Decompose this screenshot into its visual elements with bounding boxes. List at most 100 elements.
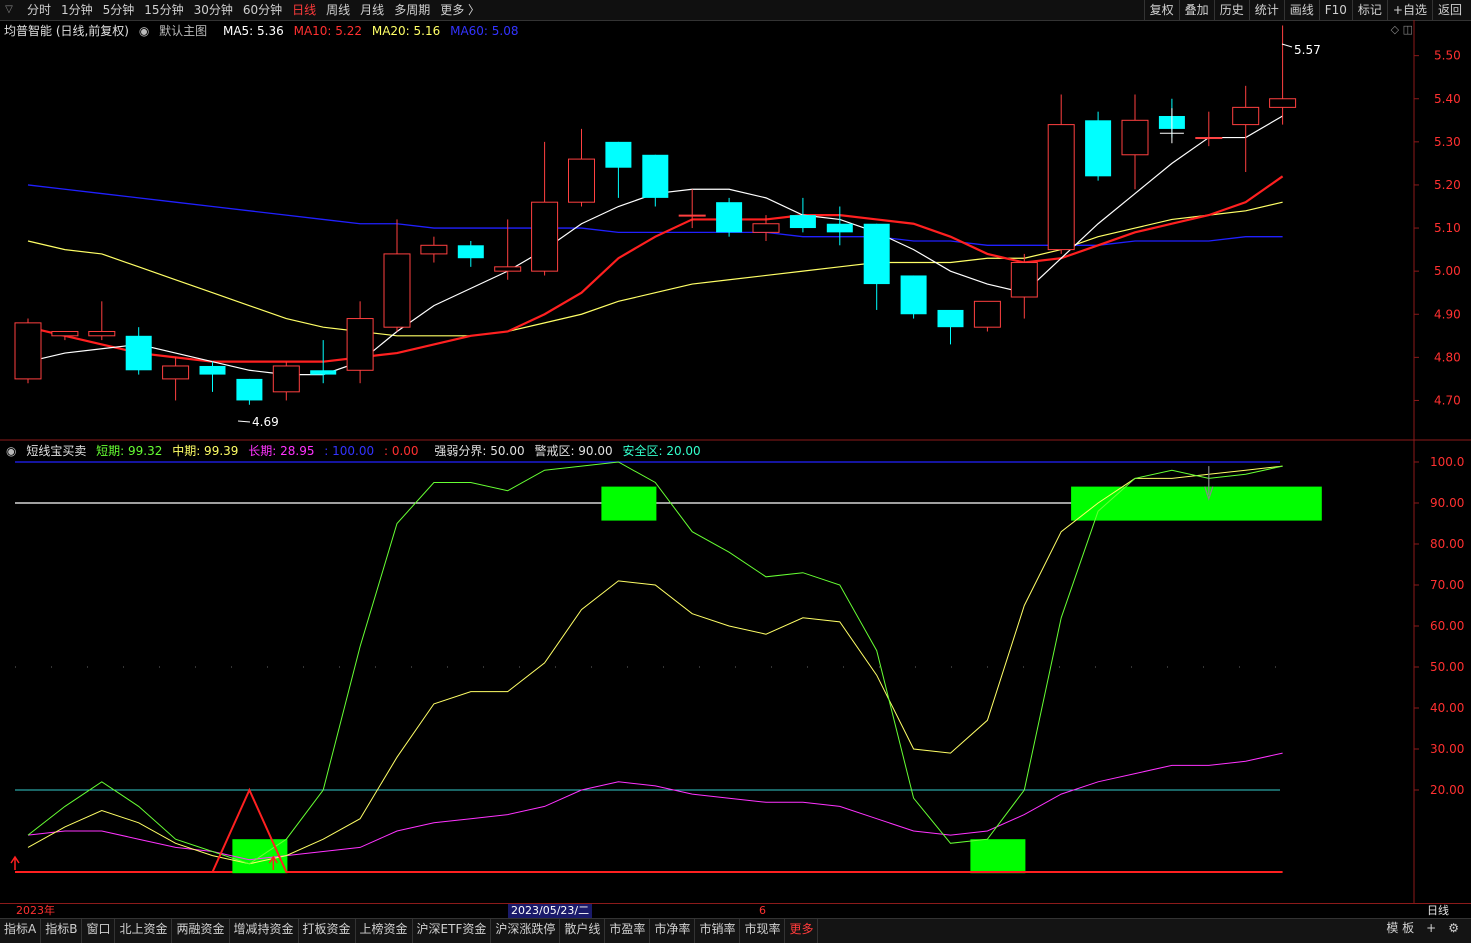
candle-body-down[interactable] bbox=[457, 245, 484, 259]
tab-period-fenshi[interactable]: 分时 bbox=[22, 0, 56, 20]
candle-body-down[interactable] bbox=[900, 275, 927, 315]
candle-body-down[interactable] bbox=[716, 202, 743, 233]
tab-pcf[interactable]: 市现率 bbox=[740, 919, 786, 943]
add-indicator-button[interactable]: + bbox=[1420, 918, 1442, 938]
candle-body-up[interactable] bbox=[162, 365, 190, 380]
candle-body-up[interactable] bbox=[420, 244, 448, 255]
candle-body-down[interactable] bbox=[310, 370, 337, 375]
candle-body-up[interactable] bbox=[1010, 262, 1038, 298]
tab-period-monthly[interactable]: 月线 bbox=[355, 0, 389, 20]
back-button[interactable]: 返回 bbox=[1431, 0, 1467, 20]
settings-icon[interactable]: ⚙ bbox=[1442, 918, 1465, 938]
window-menu-icon[interactable]: ▽ bbox=[2, 3, 16, 16]
candle-body-up[interactable] bbox=[1195, 137, 1223, 140]
restore-rights-button[interactable]: 复权 bbox=[1143, 0, 1179, 20]
price-tick-label: 5.00 bbox=[1434, 264, 1461, 278]
tab-top-list-funds[interactable]: 上榜资金 bbox=[356, 919, 413, 943]
ma20-line bbox=[27, 201, 1283, 337]
candle-body-up[interactable] bbox=[383, 253, 411, 328]
indicator-name[interactable]: 短线宝买卖 bbox=[26, 444, 86, 458]
bottom-right-controls: 模 板 + ⚙ bbox=[1380, 918, 1465, 938]
tab-holding-change[interactable]: 增减持资金 bbox=[230, 919, 299, 943]
candle-body-down[interactable] bbox=[642, 154, 669, 198]
candle-body-up[interactable] bbox=[272, 365, 300, 393]
indicator-tick-label: 30.00 bbox=[1430, 742, 1464, 756]
up-arrow-icon bbox=[10, 855, 20, 870]
sell-signal-box[interactable] bbox=[601, 486, 657, 521]
candle-body-up[interactable] bbox=[568, 158, 595, 203]
tab-indicator-a[interactable]: 指标A bbox=[0, 919, 42, 943]
candle-body-down[interactable] bbox=[789, 215, 816, 229]
layout-icon[interactable]: ◫ bbox=[1403, 23, 1413, 36]
candle-body-up[interactable] bbox=[973, 300, 1001, 328]
ma5-legend: MA5: 5.36 bbox=[222, 24, 284, 38]
tab-etf-funds[interactable]: 沪深ETF资金 bbox=[413, 919, 492, 943]
candle-body-down[interactable] bbox=[937, 309, 964, 328]
tab-period-daily[interactable]: 日线 bbox=[287, 0, 321, 20]
tab-period-more[interactable]: 更多 〉 bbox=[435, 0, 485, 20]
indicator-tick-label: 80.00 bbox=[1430, 537, 1464, 551]
f10-button[interactable]: F10 bbox=[1318, 0, 1352, 20]
candle-body-down[interactable] bbox=[605, 141, 632, 168]
tab-period-weekly[interactable]: 周线 bbox=[321, 0, 355, 20]
candle-body-up[interactable] bbox=[51, 330, 79, 337]
tab-retail-line[interactable]: 散户线 bbox=[560, 919, 606, 943]
tab-period-60min[interactable]: 60分钟 bbox=[238, 0, 287, 20]
buy-signal-box[interactable] bbox=[970, 839, 1026, 874]
indicator-menu-icon[interactable]: ◉ bbox=[6, 444, 16, 458]
candle-body-up[interactable] bbox=[678, 214, 706, 217]
tab-pb[interactable]: 市净率 bbox=[650, 919, 696, 943]
candle-body-up[interactable] bbox=[14, 322, 42, 380]
candle-body-up[interactable] bbox=[1047, 124, 1075, 251]
divide-legend: 强弱分界: 50.00 bbox=[434, 444, 525, 458]
candle-body-down[interactable] bbox=[863, 223, 890, 285]
candle-body-up[interactable] bbox=[752, 223, 780, 233]
candle-body-up[interactable] bbox=[346, 318, 374, 371]
template-button[interactable]: 模 板 bbox=[1380, 918, 1420, 938]
tab-margin[interactable]: 两融资金 bbox=[172, 919, 230, 943]
tab-period-1min[interactable]: 1分钟 bbox=[56, 0, 98, 20]
candle-body-up[interactable] bbox=[1121, 119, 1149, 156]
candle-body-down[interactable] bbox=[199, 365, 226, 375]
chart-canvas[interactable]: 5.50 5.40 5.30 5.20 5.10 5.00 4.90 4.80 4.70 5.57… bbox=[0, 20, 1471, 903]
mark-button[interactable]: 标记 bbox=[1351, 0, 1387, 20]
add-favorite-button[interactable]: +自选 bbox=[1386, 0, 1432, 20]
tab-limit-up-funds[interactable]: 打板资金 bbox=[299, 919, 356, 943]
overlay-button[interactable]: 叠加 bbox=[1178, 0, 1214, 20]
diamond-icon[interactable]: ◇ bbox=[1391, 23, 1399, 36]
candle-body-down[interactable] bbox=[236, 378, 263, 401]
candle-body-up[interactable] bbox=[1232, 106, 1260, 126]
tab-period-5min[interactable]: 5分钟 bbox=[98, 0, 140, 20]
candle-body-up[interactable] bbox=[531, 201, 559, 272]
tab-indicator-b[interactable]: 指标B bbox=[41, 919, 83, 943]
template-selector[interactable]: ◉ 默认主图 bbox=[139, 24, 213, 38]
candle-body-down[interactable] bbox=[1085, 120, 1112, 177]
long-legend: 长期: 28.95 bbox=[248, 444, 315, 458]
tab-limit-stats[interactable]: 沪深涨跌停 bbox=[491, 919, 561, 943]
ma60-legend: MA60: 5.08 bbox=[450, 24, 519, 38]
draw-line-button[interactable]: 画线 bbox=[1283, 0, 1319, 20]
candle-body-up[interactable] bbox=[88, 330, 116, 337]
ma10-legend: MA10: 5.22 bbox=[293, 24, 363, 38]
candle-body-up[interactable] bbox=[494, 266, 522, 272]
tab-period-30min[interactable]: 30分钟 bbox=[189, 0, 238, 20]
tab-ps[interactable]: 市销率 bbox=[695, 919, 741, 943]
ma20-legend: MA20: 5.16 bbox=[371, 24, 441, 38]
tab-pe[interactable]: 市盈率 bbox=[605, 919, 651, 943]
sell-zone-box[interactable] bbox=[1071, 486, 1322, 521]
candle-body-down[interactable] bbox=[826, 223, 853, 233]
indicator-tick-label: 40.00 bbox=[1430, 701, 1464, 715]
tab-period-15min[interactable]: 15分钟 bbox=[139, 0, 188, 20]
period-tabs: 分时 1分钟 5分钟 15分钟 30分钟 60分钟 日线 周线 月线 多周期 更… bbox=[22, 0, 485, 20]
tab-window[interactable]: 窗口 bbox=[82, 919, 116, 943]
tab-period-multi[interactable]: 多周期 bbox=[389, 0, 435, 20]
history-button[interactable]: 历史 bbox=[1213, 0, 1249, 20]
warn-legend: 警戒区: 90.00 bbox=[534, 444, 613, 458]
short-term-line bbox=[27, 461, 1283, 865]
tab-northbound[interactable]: 北上资金 bbox=[115, 919, 173, 943]
tab-more[interactable]: 更多 bbox=[785, 919, 819, 943]
indicator-tick-label: 70.00 bbox=[1430, 578, 1464, 592]
statistics-button[interactable]: 统计 bbox=[1248, 0, 1284, 20]
candle-body-down[interactable] bbox=[125, 335, 152, 371]
candle-body-up[interactable] bbox=[1269, 98, 1297, 108]
